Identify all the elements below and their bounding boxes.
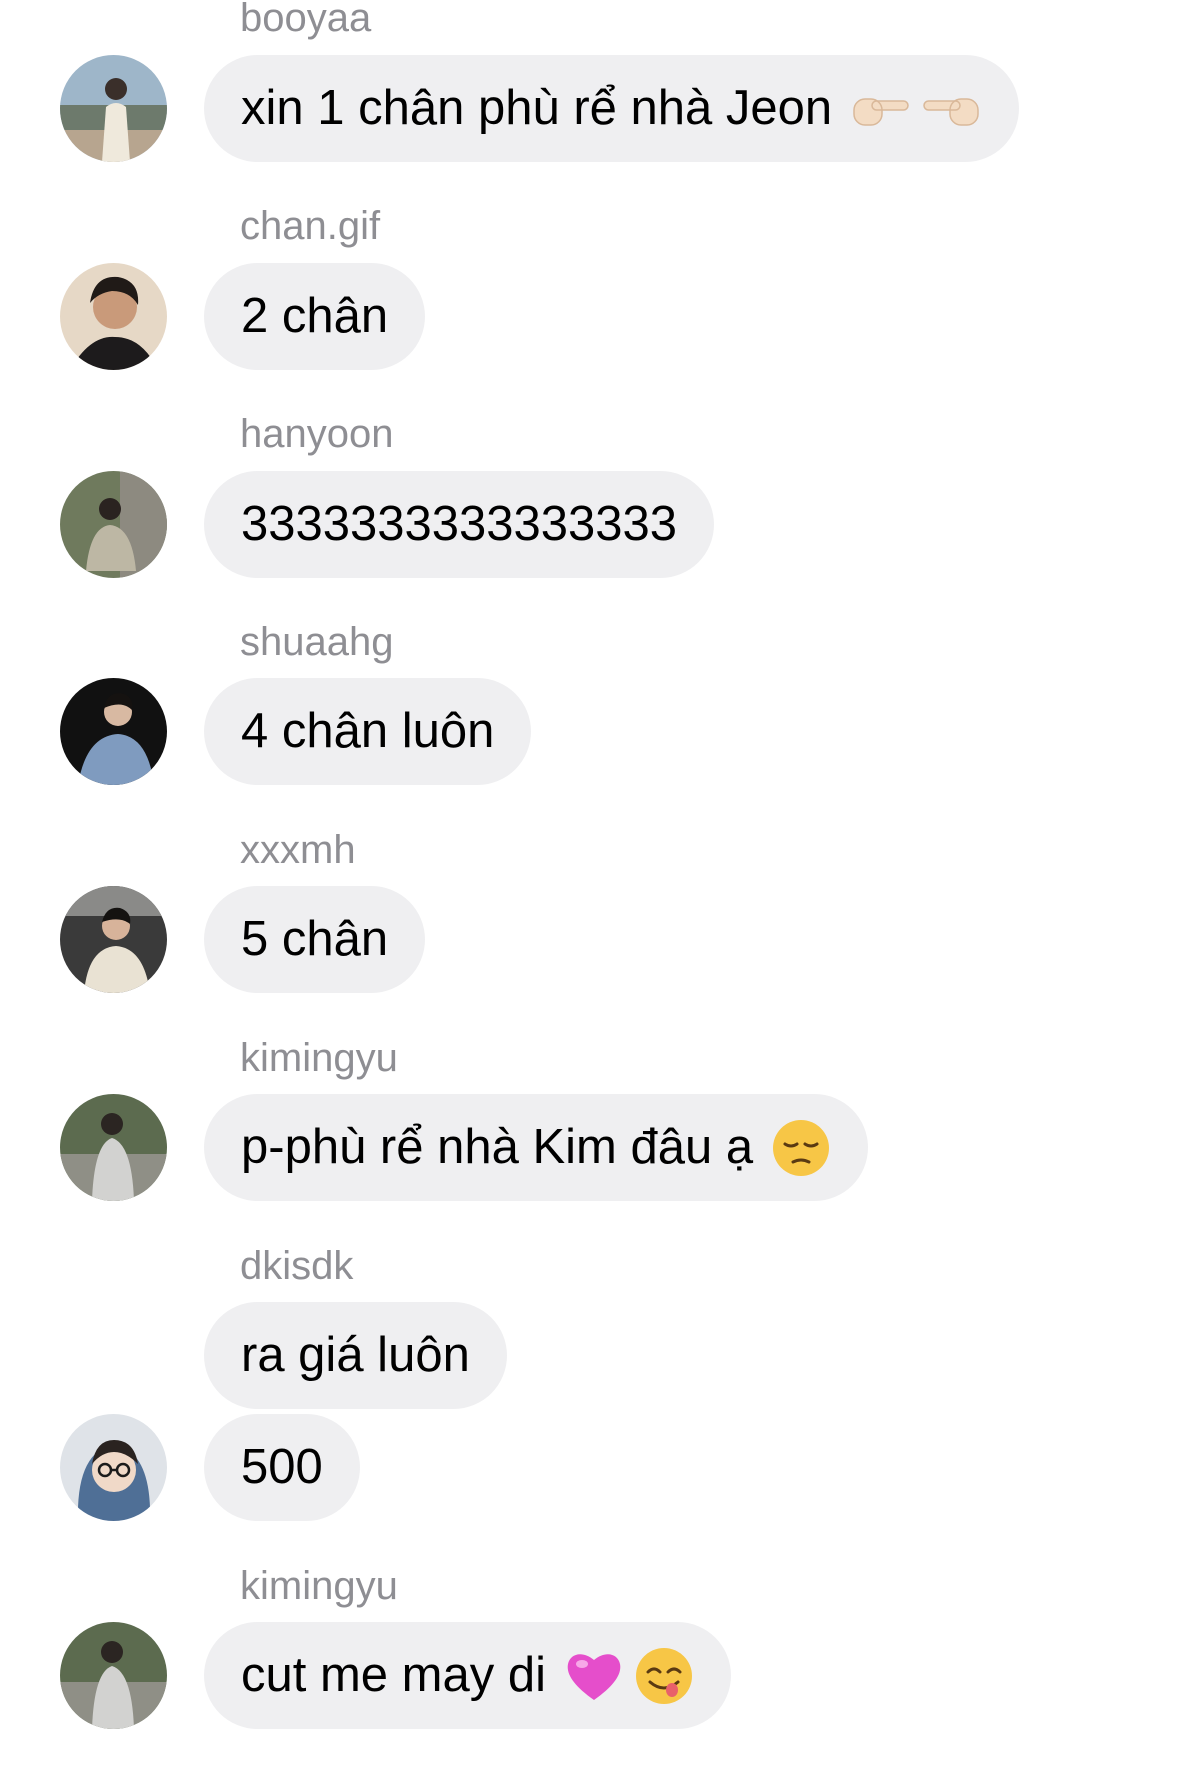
- message-bubble[interactable]: 3333333333333333: [204, 471, 715, 578]
- message-text: 5 chân: [241, 912, 389, 966]
- message-text: 4 chân luôn: [241, 704, 495, 758]
- sender-name[interactable]: shuaahg: [240, 622, 393, 662]
- pensive-face-emoji: [771, 1118, 831, 1178]
- sender-name[interactable]: xxxmh: [240, 830, 356, 870]
- message-text: 2 chân: [241, 289, 389, 343]
- message-text: cut me may di: [241, 1648, 546, 1702]
- message-bubble[interactable]: ra giá luôn: [204, 1302, 507, 1409]
- avatar[interactable]: [60, 678, 167, 785]
- avatar[interactable]: [60, 1622, 167, 1729]
- avatar[interactable]: [60, 55, 167, 162]
- avatar[interactable]: [60, 886, 167, 993]
- sender-name[interactable]: chan.gif: [240, 206, 380, 246]
- message-bubble[interactable]: cut me may di: [204, 1622, 731, 1729]
- message-text: ra giá luôn: [241, 1328, 470, 1382]
- message-text: xin 1 chân phù rể nhà Jeon: [241, 81, 833, 135]
- chat-thread: booyaa xin 1 chân phù rể nhà Jeon chan.g…: [0, 0, 1187, 1774]
- sender-name[interactable]: kimingyu: [240, 1566, 398, 1606]
- avatar[interactable]: [60, 1094, 167, 1201]
- message-bubble[interactable]: 500: [204, 1414, 360, 1521]
- backhand-index-pointing-left-emoji: [920, 87, 982, 131]
- message-text: 3333333333333333: [241, 497, 678, 551]
- message-bubble[interactable]: xin 1 chân phù rể nhà Jeon: [204, 55, 1020, 162]
- avatar[interactable]: [60, 1414, 167, 1521]
- backhand-index-pointing-right-emoji: [850, 87, 912, 131]
- sender-name[interactable]: dkisdk: [240, 1246, 353, 1286]
- sender-name[interactable]: kimingyu: [240, 1038, 398, 1078]
- message-bubble[interactable]: p-phù rể nhà Kim đâu ạ: [204, 1094, 869, 1201]
- face-savoring-food-emoji: [634, 1646, 694, 1706]
- sender-name[interactable]: booyaa: [240, 0, 371, 38]
- avatar[interactable]: [60, 263, 167, 370]
- message-text: 500: [241, 1440, 323, 1494]
- avatar[interactable]: [60, 471, 167, 578]
- pink-heart-emoji: [564, 1648, 624, 1704]
- message-bubble[interactable]: 4 chân luôn: [204, 678, 532, 785]
- sender-name[interactable]: hanyoon: [240, 414, 393, 454]
- message-bubble[interactable]: 5 chân: [204, 886, 426, 993]
- message-bubble[interactable]: 2 chân: [204, 263, 426, 370]
- message-text: p-phù rể nhà Kim đâu ạ: [241, 1120, 754, 1174]
